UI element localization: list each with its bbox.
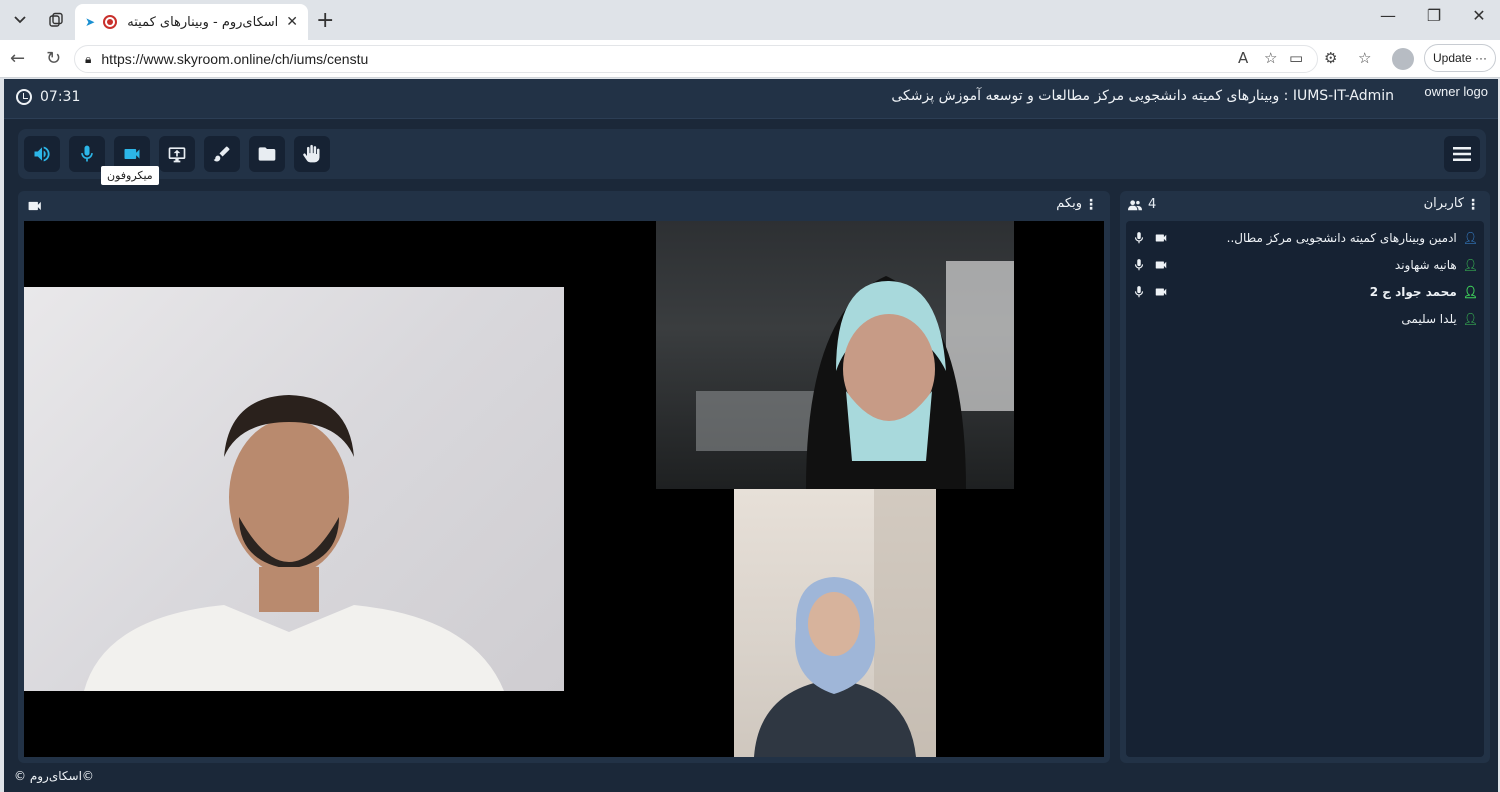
video-area [24, 221, 1104, 757]
lock-icon: 🔒︎ [85, 51, 92, 66]
webcam-panel-header: وبکم ⋮ [18, 191, 1110, 219]
clock-time: 07:31 [40, 89, 81, 105]
profile-avatar[interactable] [1392, 48, 1414, 70]
clock-icon [16, 89, 32, 105]
close-window-icon[interactable]: ✕ [1459, 6, 1499, 25]
files-icon [258, 147, 276, 161]
users-count: 4 [1128, 197, 1156, 212]
users-list: 👤︎ ادمین وبینارهای کمیته دانشجویی مرکز م… [1126, 221, 1484, 757]
user-media-controls [1132, 285, 1168, 299]
read-aloud-icon[interactable]: A [1238, 49, 1248, 67]
camera-icon [124, 149, 140, 159]
user-name: محمد جواد ج 2 [1369, 285, 1457, 299]
microphone-tooltip: میکروفون [101, 166, 159, 185]
participant-video-3 [734, 489, 936, 757]
user-camera-icon[interactable] [1154, 258, 1168, 272]
participant-video-1 [24, 287, 564, 691]
hamburger-menu-icon [1453, 147, 1471, 161]
whiteboard-icon [213, 146, 230, 162]
admin-user-icon: 👤︎ [1462, 231, 1478, 245]
speaker-icon [34, 146, 50, 162]
user-name: یلدا سلیمی [1401, 312, 1457, 326]
user-camera-icon[interactable] [1154, 231, 1168, 245]
camera-permission-icon[interactable]: ▭ [1289, 49, 1303, 67]
user-name: ادمین وبینارهای کمیته دانشجویی مرکز مطال… [1226, 231, 1457, 245]
users-count-value: 4 [1148, 197, 1157, 212]
users-group-icon [1128, 199, 1142, 210]
toolbar [18, 129, 1486, 179]
skyroom-footer-brand: ©اسکای‌روم © [14, 769, 94, 783]
tab-list-chevron-icon[interactable] [6, 6, 34, 34]
whiteboard-button[interactable] [204, 136, 240, 172]
user-media-controls [1132, 258, 1168, 272]
files-button[interactable] [249, 136, 285, 172]
update-button[interactable]: Update ··· [1424, 44, 1496, 72]
user-camera-icon[interactable] [1154, 285, 1168, 299]
user-microphone-icon[interactable] [1132, 258, 1146, 272]
tab-title: اسکای‌روم - وبینارهای کمیته دانشجویی [125, 14, 279, 30]
new-tab-plus-icon[interactable]: + [316, 8, 334, 33]
user-icon: 👤︎ [1462, 312, 1478, 326]
users-panel: 4 کاربران ⋮ 👤︎ ادمین وبینارهای کمیته دان… [1120, 191, 1490, 763]
skyroom-app: 07:31 IUMS-IT-Admin : وبینارهای کمیته دا… [4, 79, 1498, 792]
webcam-panel-menu-icon[interactable]: ⋮ [1084, 197, 1098, 213]
app-header: 07:31 IUMS-IT-Admin : وبینارهای کمیته دا… [4, 79, 1498, 119]
update-label: Update [1432, 51, 1472, 65]
raise-hand-icon [303, 144, 320, 163]
screen-share-icon [168, 147, 186, 163]
favorites-icon[interactable]: ☆ [1358, 49, 1371, 67]
owner-logo: owner logo [1424, 84, 1488, 99]
user-row[interactable]: 👤︎ هانیه شهاوند [1132, 255, 1478, 275]
speaker-button[interactable] [24, 136, 60, 172]
screen-share-button[interactable] [159, 136, 195, 172]
main-menu-button[interactable] [1444, 136, 1480, 172]
refresh-icon[interactable]: ↻ [46, 48, 61, 69]
favorite-star-icon[interactable]: ☆ [1264, 49, 1277, 67]
url-text: https://www.skyroom.online/ch/iums/censt… [101, 51, 369, 67]
webcam-panel-title: وبکم [1056, 196, 1082, 211]
user-media-controls [1132, 231, 1168, 245]
address-bar-row: ← ↻ 🔒︎ https://www.skyroom.online/ch/ium… [0, 40, 1500, 78]
back-arrow-icon[interactable]: ← [10, 48, 25, 69]
minimize-icon[interactable]: — [1368, 6, 1408, 25]
users-panel-menu-icon[interactable]: ⋮ [1466, 197, 1480, 213]
user-icon: 👤︎ [1462, 285, 1478, 299]
tab-close-icon[interactable]: ✕ [286, 14, 298, 30]
extensions-icon[interactable]: ⚙ [1324, 49, 1337, 67]
user-name: هانیه شهاوند [1394, 258, 1457, 272]
user-microphone-icon[interactable] [1132, 231, 1146, 245]
users-panel-title: کاربران [1423, 196, 1464, 211]
microphone-icon [81, 145, 93, 162]
video-camera-icon [28, 197, 42, 216]
url-input[interactable]: 🔒︎ https://www.skyroom.online/ch/iums/ce… [74, 45, 1318, 73]
browser-tab-bar: ✕ اسکای‌روم - وبینارهای کمیته دانشجویی ➤… [0, 0, 1500, 40]
user-row[interactable]: 👤︎ یلدا سلیمی [1132, 309, 1478, 329]
webcam-panel: وبکم ⋮ [18, 191, 1110, 763]
user-row[interactable]: 👤︎ ادمین وبینارهای کمیته دانشجویی مرکز م… [1132, 228, 1478, 248]
browser-tab-active[interactable]: ✕ اسکای‌روم - وبینارهای کمیته دانشجویی ➤ [75, 4, 308, 40]
participant-video-2 [656, 221, 1014, 489]
users-panel-header: 4 کاربران ⋮ [1120, 191, 1490, 219]
user-icon: 👤︎ [1462, 258, 1478, 272]
user-row[interactable]: 👤︎ محمد جواد ج 2 [1132, 282, 1478, 302]
raise-hand-button[interactable] [294, 136, 330, 172]
room-title: IUMS-IT-Admin : وبینارهای کمیته دانشجویی… [891, 88, 1394, 104]
workspaces-icon[interactable] [42, 6, 70, 34]
restore-icon[interactable]: ❐ [1414, 6, 1454, 25]
session-clock: 07:31 [16, 89, 80, 105]
recording-icon [103, 15, 118, 29]
user-microphone-icon[interactable] [1132, 285, 1146, 299]
microphone-button[interactable] [69, 136, 105, 172]
skyroom-favicon-icon: ➤ [85, 15, 96, 29]
